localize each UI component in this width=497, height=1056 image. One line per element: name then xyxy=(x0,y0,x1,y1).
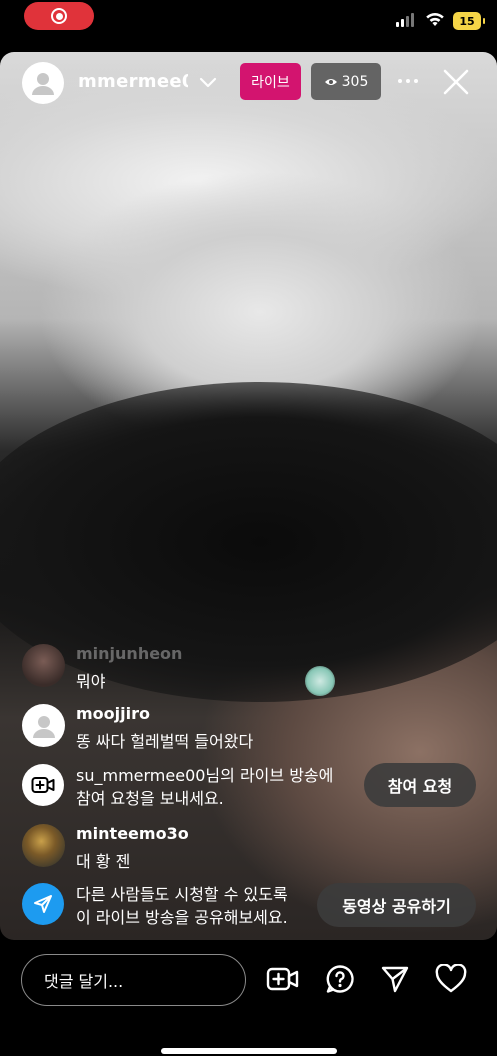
comment-text: 똥 싸다 헐레벌떡 들어왔다 xyxy=(76,732,254,751)
live-badge: 라이브 xyxy=(240,63,301,100)
share-line1: 다른 사람들도 시청할 수 있도록 xyxy=(76,885,288,904)
send-icon-badge xyxy=(22,883,64,925)
wifi-icon xyxy=(426,13,444,26)
comment-placeholder: 댓글 달기... xyxy=(44,972,124,991)
join-request-button[interactable]: 참여 요청 xyxy=(364,763,476,807)
video-add-icon xyxy=(31,777,55,793)
commenter-avatar[interactable] xyxy=(22,704,65,747)
more-icon[interactable] xyxy=(398,79,418,83)
avatar-placeholder-icon xyxy=(32,715,55,738)
comment-username[interactable]: moojjiro xyxy=(76,704,150,723)
comment-input[interactable]: 댓글 달기... xyxy=(21,954,246,1006)
comment-text: 뭐야 xyxy=(76,672,106,691)
signal-icon xyxy=(396,13,414,27)
comment-item: minteemo3o 대 황 젠 xyxy=(22,824,482,871)
comment-item: moojjiro 똥 싸다 헐레벌떡 들어왔다 xyxy=(22,704,482,751)
comment-item: minjunheon 뭐야 xyxy=(22,644,482,691)
commenter-avatar[interactable] xyxy=(22,824,65,867)
host-username[interactable]: mmermee00 su_m xyxy=(78,71,188,92)
eye-icon xyxy=(324,78,337,85)
chevron-down-icon[interactable] xyxy=(198,72,218,92)
share-text: 다른 사람들도 시청할 수 있도록 이 라이브 방송을 공유해보세요. xyxy=(76,883,288,929)
send-icon[interactable] xyxy=(380,964,410,994)
screen-recording-indicator[interactable] xyxy=(24,2,94,30)
viewer-count-badge[interactable]: 305 xyxy=(311,63,381,100)
join-request-line1: su_mmermee00님의 라이브 방송에 xyxy=(76,766,334,785)
question-icon[interactable] xyxy=(325,964,355,994)
video-add-icon-badge xyxy=(22,764,64,806)
share-video-button[interactable]: 동영상 공유하기 xyxy=(317,883,476,927)
viewer-count: 305 xyxy=(341,73,369,90)
battery-level: 15 xyxy=(459,14,475,28)
video-add-icon[interactable] xyxy=(266,964,300,994)
battery-indicator: 15 xyxy=(453,12,485,30)
join-request-line2: 참여 요청을 보내세요. xyxy=(76,789,224,808)
comment-text: 대 황 젠 xyxy=(76,852,131,871)
share-line2: 이 라이브 방송을 공유해보세요. xyxy=(76,908,288,927)
host-username-text: mmermee00 xyxy=(78,71,188,92)
avatar-placeholder-icon xyxy=(32,73,54,95)
send-icon xyxy=(34,895,52,913)
heart-icon[interactable] xyxy=(435,964,467,994)
status-bar: 15 xyxy=(0,0,497,48)
record-icon xyxy=(51,8,67,24)
close-icon[interactable] xyxy=(441,67,471,97)
comment-username[interactable]: minteemo3o xyxy=(76,824,189,843)
join-request-text: su_mmermee00님의 라이브 방송에 참여 요청을 보내세요. xyxy=(76,764,333,810)
home-indicator[interactable] xyxy=(161,1048,337,1054)
host-avatar[interactable] xyxy=(22,62,64,104)
comment-username[interactable]: minjunheon xyxy=(76,644,182,663)
bottom-bar: 댓글 달기... xyxy=(0,940,497,1056)
commenter-avatar[interactable] xyxy=(22,644,65,687)
